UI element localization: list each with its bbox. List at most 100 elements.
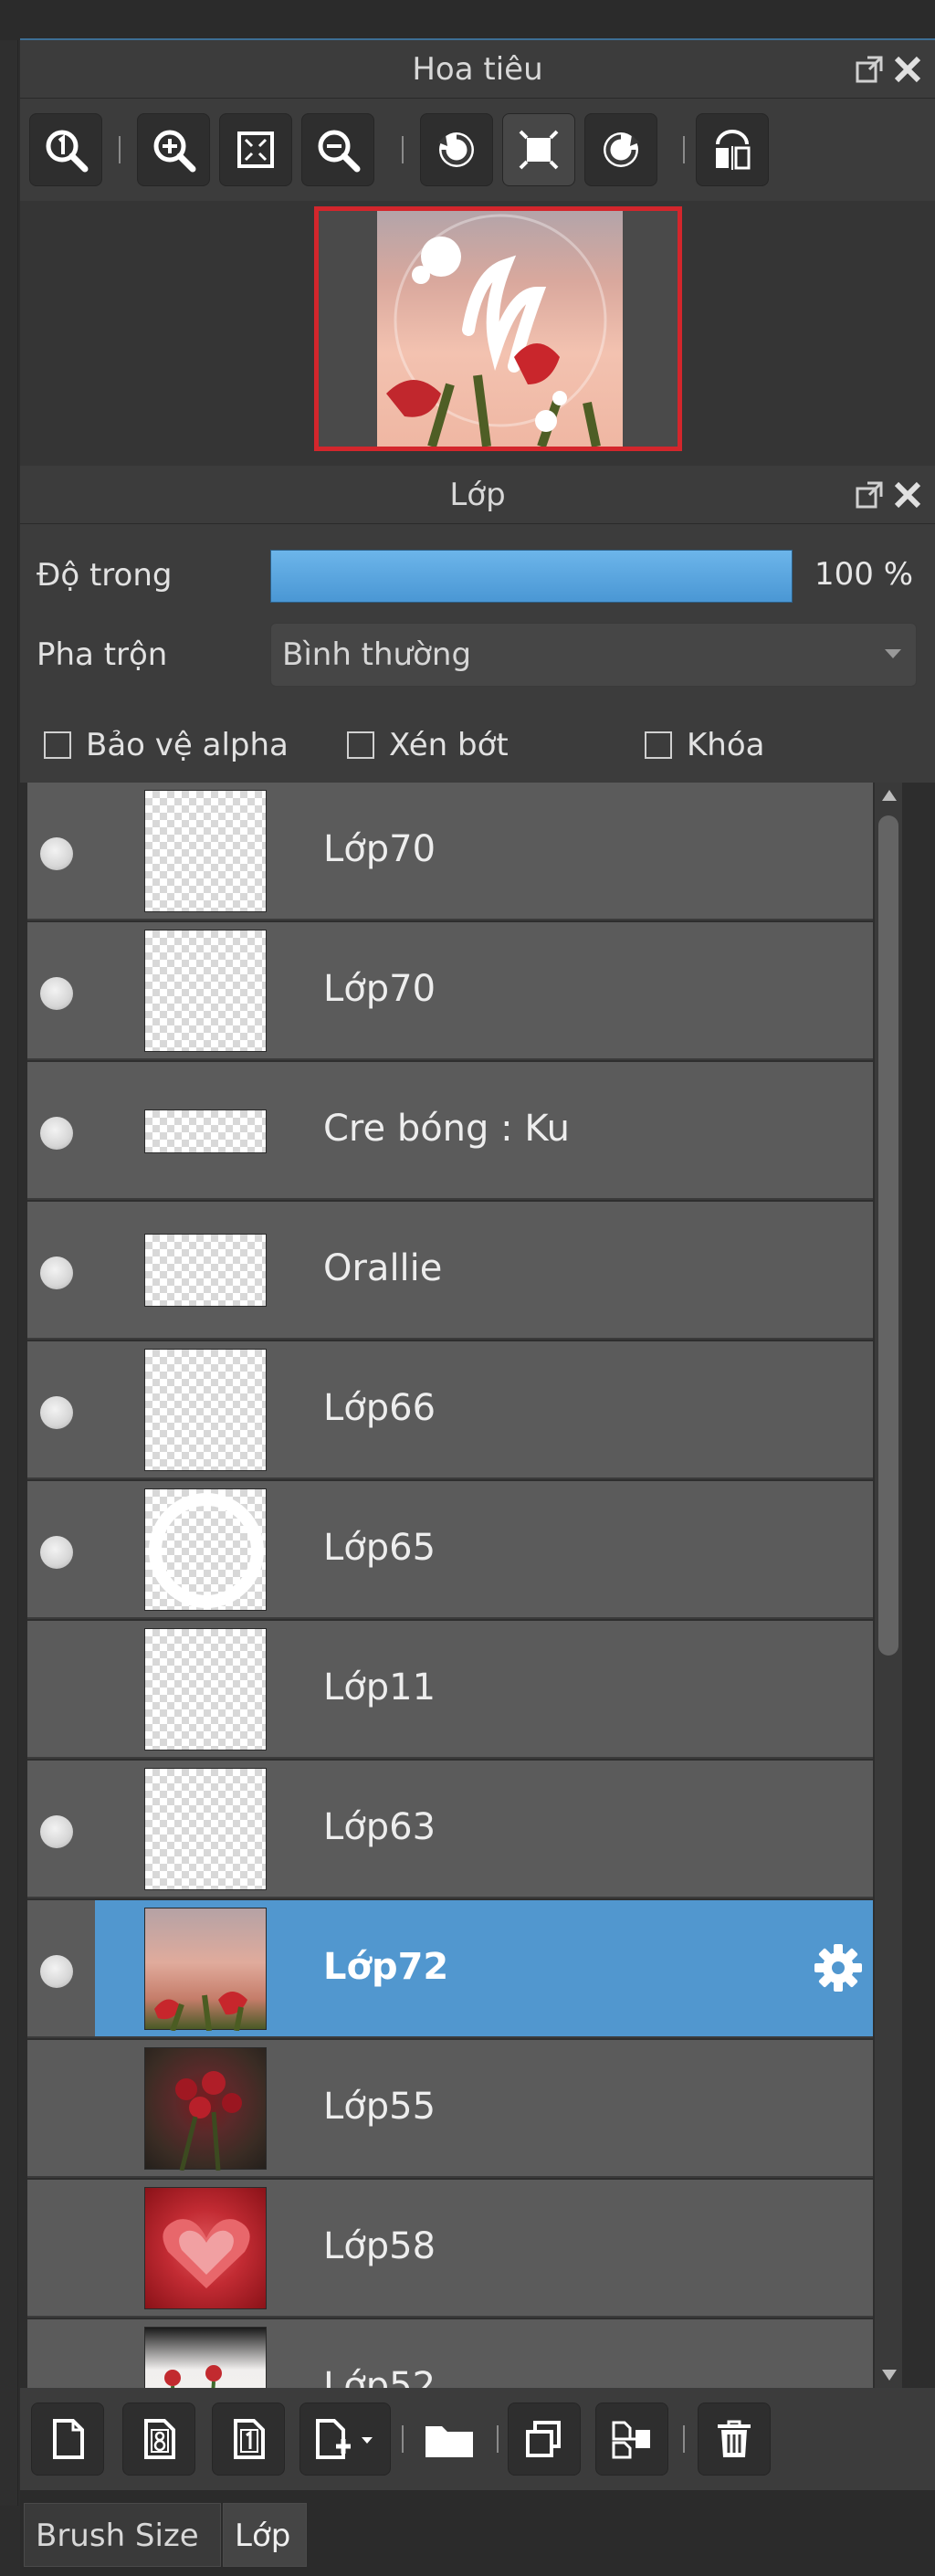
undock-icon[interactable] <box>853 53 886 86</box>
zoom-in-icon[interactable] <box>137 113 210 186</box>
layer-row[interactable]: Orallie <box>27 1202 873 1340</box>
gear-icon[interactable] <box>811 1940 866 1995</box>
layer-thumbnail <box>144 2047 267 2171</box>
layer-thumbnail <box>144 2187 267 2309</box>
layer-row-selected[interactable]: Lớp72 <box>27 1900 873 2038</box>
visibility-eye-icon[interactable] <box>40 837 73 870</box>
layer-thumbnail <box>144 1234 267 1307</box>
visibility-eye-icon[interactable] <box>40 1256 73 1289</box>
scroll-up-icon[interactable] <box>882 790 897 801</box>
scrollbar-thumb[interactable] <box>878 815 898 1656</box>
layer-list-scrollbar[interactable] <box>875 783 902 2388</box>
layer-row[interactable]: Lớp58 <box>27 2180 873 2318</box>
protect-alpha-label: Bảo vệ alpha <box>86 727 289 763</box>
opacity-value: 100 % <box>814 556 914 593</box>
clipping-label: Xén bớt <box>389 727 509 763</box>
layer-name: Lớp70 <box>323 828 436 870</box>
layer-thumbnail <box>144 1908 267 2032</box>
lock-label: Khóa <box>687 727 765 763</box>
undock-icon[interactable] <box>853 478 886 511</box>
layers-title: Lớp <box>449 477 506 513</box>
toolbar-separator <box>402 2425 404 2453</box>
close-icon[interactable] <box>891 53 924 86</box>
delete-icon[interactable] <box>698 2403 771 2476</box>
chevron-down-icon <box>885 649 901 658</box>
toolbar-separator <box>119 136 121 163</box>
layer-row[interactable]: Lớp11 <box>27 1621 873 1759</box>
layer-name: Lớp58 <box>323 2225 436 2267</box>
visibility-eye-icon[interactable] <box>40 977 73 1010</box>
layer-row[interactable]: Lớp52 <box>27 2319 873 2388</box>
rotate-right-icon[interactable] <box>584 113 657 186</box>
checkbox-box[interactable] <box>347 731 374 759</box>
folder-icon[interactable] <box>413 2403 486 2476</box>
visibility-eye-icon[interactable] <box>40 1815 73 1848</box>
navigator-titlebar: Hoa tiêu <box>20 40 935 99</box>
layer-row[interactable]: Lớp70 <box>27 922 873 1060</box>
navigator-viewport-frame[interactable] <box>314 206 682 451</box>
blend-mode-value: Bình thường <box>282 636 472 673</box>
opacity-slider[interactable] <box>270 550 793 603</box>
layer-thumbnail <box>144 2327 267 2388</box>
layer-row[interactable]: Lớp66 <box>27 1341 873 1479</box>
fit-window-icon[interactable] <box>502 113 575 186</box>
layer-thumbnail <box>144 790 267 912</box>
rotate-left-icon[interactable] <box>420 113 493 186</box>
layer-name: Lớp11 <box>323 1667 436 1709</box>
layer-name: Lớp70 <box>323 968 436 1010</box>
layer-thumbnail <box>144 1109 267 1153</box>
flip-horizontal-icon[interactable] <box>696 113 769 186</box>
dock-tab-bar: Brush Size Lớp <box>20 2490 935 2576</box>
toolbar-separator <box>402 136 404 163</box>
visibility-eye-icon[interactable] <box>40 1955 73 1988</box>
layer-name: Cre bóng : Ku <box>323 1108 570 1150</box>
layer-row[interactable]: Lớp65 <box>27 1481 873 1619</box>
layer-list[interactable]: Lớp70 Lớp70 Cre bóng : Ku Orallie Lớp66 … <box>27 783 902 2388</box>
layer-thumbnail <box>144 1628 267 1751</box>
navigator-title: Hoa tiêu <box>412 51 543 88</box>
layer-name: Lớp55 <box>323 2086 436 2128</box>
fit-screen-icon[interactable] <box>219 113 292 186</box>
scroll-down-icon[interactable] <box>882 2370 897 2381</box>
navigator-toolbar <box>20 99 935 201</box>
layer-row[interactable]: Cre bóng : Ku <box>27 1062 873 1200</box>
checkbox-box[interactable] <box>645 731 672 759</box>
duplicate-layer-icon[interactable] <box>508 2403 581 2476</box>
merge-down-icon[interactable] <box>595 2403 668 2476</box>
protect-alpha-checkbox[interactable]: Bảo vệ alpha <box>44 727 289 763</box>
new-layer-icon[interactable] <box>31 2403 104 2476</box>
tab-layer[interactable]: Lớp <box>223 2503 307 2567</box>
canvas-preview-image <box>377 211 623 447</box>
navigator-view[interactable] <box>20 201 935 466</box>
layer-row[interactable]: Lớp55 <box>27 2040 873 2178</box>
lock-checkbox[interactable]: Khóa <box>645 727 764 763</box>
visibility-eye-icon[interactable] <box>40 1396 73 1429</box>
layer-name: Lớp65 <box>323 1527 436 1569</box>
layers-toolbar <box>20 2388 935 2490</box>
checkbox-box[interactable] <box>44 731 71 759</box>
new-1bit-layer-icon[interactable] <box>212 2403 285 2476</box>
layer-name: Orallie <box>323 1247 443 1289</box>
close-icon[interactable] <box>891 478 924 511</box>
layers-titlebar: Lớp <box>20 466 935 524</box>
layer-name: Lớp72 <box>323 1946 449 1988</box>
tab-brush-size[interactable]: Brush Size <box>24 2503 221 2567</box>
layer-thumbnail <box>144 1768 267 1890</box>
opacity-label: Độ trong <box>37 557 173 594</box>
layer-name: Lớp63 <box>323 1806 436 1848</box>
layer-name: Lớp52 <box>323 2365 436 2388</box>
toolbar-separator <box>683 136 685 163</box>
visibility-eye-icon[interactable] <box>40 1117 73 1150</box>
visibility-eye-icon[interactable] <box>40 1536 73 1569</box>
layer-row[interactable]: Lớp70 <box>27 783 873 920</box>
left-dock-edge <box>0 40 18 2506</box>
blend-mode-select[interactable]: Bình thường <box>270 623 917 687</box>
zoom-actual-icon[interactable] <box>29 113 102 186</box>
layer-row[interactable]: Lớp63 <box>27 1761 873 1898</box>
new-8bit-layer-icon[interactable] <box>122 2403 195 2476</box>
clipping-checkbox[interactable]: Xén bớt <box>347 727 509 763</box>
window-top-strip <box>0 0 935 40</box>
zoom-out-icon[interactable] <box>301 113 374 186</box>
add-layer-dropdown-icon[interactable] <box>299 2403 391 2476</box>
toolbar-separator <box>497 2425 499 2453</box>
